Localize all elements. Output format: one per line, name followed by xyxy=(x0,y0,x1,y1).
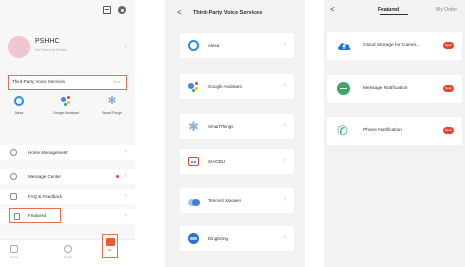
tab-smart[interactable]: Smart xyxy=(60,245,76,259)
featured-item-label: Cloud Storage for Camer... xyxy=(363,43,421,48)
voice-service-smartthings[interactable]: ✱ SmartThings xyxy=(97,95,127,116)
faq-icon xyxy=(10,193,17,200)
tab-home[interactable]: Home xyxy=(6,245,22,259)
service-card-google-assistant[interactable]: Google Assistant › xyxy=(180,74,294,99)
chevron-right-icon: › xyxy=(283,234,286,241)
featured-item-phone-notification[interactable]: ✆ Phone Notification Open xyxy=(327,117,462,145)
menu-item-label: Message Center xyxy=(28,173,62,179)
menu-item-label: Home Management xyxy=(28,149,68,155)
menu-item-faq-feedback[interactable]: FAQ & Feedback › xyxy=(0,189,135,204)
home-tab-icon xyxy=(10,245,18,253)
service-card-alexa[interactable]: Alexa › xyxy=(180,33,294,58)
google-assistant-icon xyxy=(61,96,71,106)
featured-screen: < Featured My Order Cloud Storage for Ca… xyxy=(324,0,465,267)
chevron-right-icon: › xyxy=(283,196,286,203)
cloud-icon xyxy=(337,39,351,52)
service-card-xiaodu[interactable]: XIAODU › xyxy=(180,149,294,174)
chevron-right-icon: › xyxy=(283,41,286,48)
alexa-ring-icon xyxy=(188,40,199,51)
back-button[interactable]: < xyxy=(177,8,182,17)
voice-service-label: SmartThings xyxy=(102,111,122,115)
voice-service-google-assistant[interactable]: Google Assistant xyxy=(51,96,81,115)
service-label: SmartThings xyxy=(208,124,234,129)
service-label: Google Assistant xyxy=(208,84,242,89)
open-badge[interactable]: Open xyxy=(443,42,454,49)
tab-label: Me xyxy=(107,248,113,252)
scan-icon[interactable] xyxy=(103,6,111,14)
third-party-label: Third-Party Voice Services xyxy=(12,79,66,84)
message-bubble-icon xyxy=(337,82,350,95)
profile-screen: PSHHC Set Personal Details › Third-Party… xyxy=(0,0,135,267)
chevron-right-icon: › xyxy=(124,212,127,219)
voice-service-alexa[interactable]: Alexa xyxy=(4,96,34,115)
featured-item-label: Message Notification xyxy=(363,86,408,91)
third-party-more-link[interactable]: More xyxy=(113,80,121,84)
service-card-dingdong[interactable]: DingDong › xyxy=(180,226,294,251)
message-icon xyxy=(10,173,17,180)
menu-item-featured[interactable]: Featured xyxy=(9,208,61,223)
menu-item-label: Featured xyxy=(28,213,47,218)
avatar[interactable] xyxy=(8,36,30,58)
voice-service-label: Alexa xyxy=(14,111,24,115)
featured-icon xyxy=(14,212,20,220)
service-card-tencent-xiaowei[interactable]: Tencent Xiaowei › xyxy=(180,188,294,213)
user-hint: Set Personal Details xyxy=(35,48,67,52)
xiaodu-icon xyxy=(188,157,199,166)
active-tab-underline xyxy=(380,14,408,15)
service-label: Tencent Xiaowei xyxy=(208,198,241,203)
header: < Third-Party Voice Services xyxy=(165,8,305,20)
tab-me[interactable]: Me xyxy=(102,234,118,258)
tab-label: Home xyxy=(9,255,18,259)
chevron-right-icon: › xyxy=(283,122,286,129)
tencent-cloud-icon xyxy=(188,195,200,206)
chevron-right-icon: › xyxy=(283,82,286,89)
featured-item-cloud-storage[interactable]: Cloud Storage for Camer... Open xyxy=(327,32,462,60)
menu-item-message-center[interactable]: Message Center › xyxy=(0,169,135,184)
me-tab-icon xyxy=(105,238,115,246)
featured-item-message-notification[interactable]: Message Notification Open xyxy=(327,75,462,103)
page-title: Third-Party Voice Services xyxy=(193,10,263,16)
open-badge[interactable]: Open xyxy=(443,127,454,134)
username: PSHHC xyxy=(35,38,60,45)
voice-services-screen: < Third-Party Voice Services Alexa › Goo… xyxy=(165,0,305,267)
featured-item-label: Phone Notification xyxy=(363,128,402,133)
service-label: Alexa xyxy=(208,43,220,48)
gear-icon[interactable] xyxy=(118,6,126,14)
tab-label: Smart xyxy=(63,255,72,259)
tab-my-order[interactable]: My Order xyxy=(436,7,457,13)
smart-tab-icon xyxy=(64,245,72,253)
chevron-right-icon: › xyxy=(124,172,127,179)
chevron-right-icon: › xyxy=(124,192,127,199)
open-badge[interactable]: Open xyxy=(443,85,454,92)
service-label: XIAODU xyxy=(208,159,226,164)
chevron-right-icon: › xyxy=(124,43,127,50)
dingdong-icon xyxy=(188,233,199,244)
smartthings-star-icon: ✱ xyxy=(107,95,117,107)
service-card-smartthings[interactable]: ✱ SmartThings › xyxy=(180,114,294,139)
alexa-ring-icon xyxy=(14,96,24,106)
phone-icon: ✆ xyxy=(337,123,348,138)
unread-dot xyxy=(116,175,119,178)
top-icons xyxy=(103,6,126,14)
chevron-right-icon: › xyxy=(283,157,286,164)
smartthings-star-icon: ✱ xyxy=(188,119,199,134)
service-label: DingDong xyxy=(208,236,229,241)
tab-featured[interactable]: Featured xyxy=(378,7,399,13)
menu-item-home-management[interactable]: Home Management › xyxy=(0,145,135,160)
menu-item-label: FAQ & Feedback xyxy=(28,193,63,199)
back-button[interactable]: < xyxy=(330,5,335,14)
third-party-voice-services-row[interactable]: Third-Party Voice Services More xyxy=(8,75,127,90)
home-icon xyxy=(10,149,17,156)
google-assistant-icon xyxy=(188,81,199,92)
chevron-right-icon: › xyxy=(124,148,127,155)
voice-service-label: Google Assistant xyxy=(52,111,80,115)
